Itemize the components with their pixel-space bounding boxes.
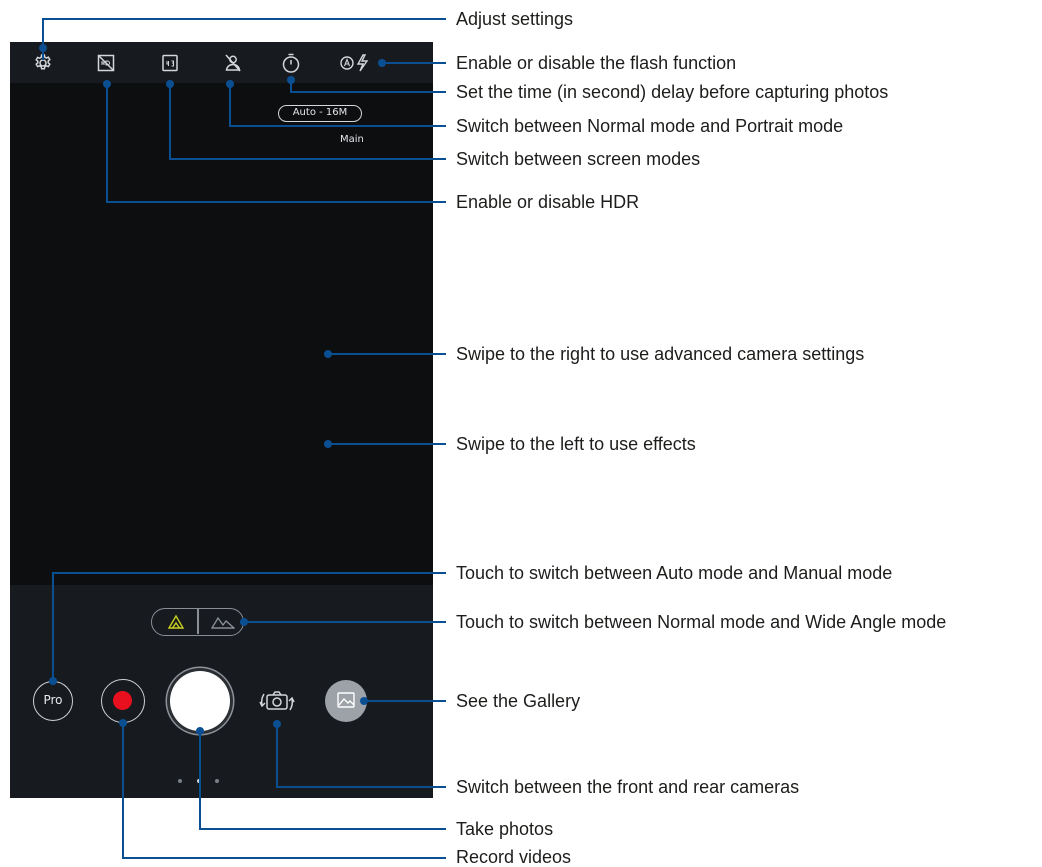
callout-timer: Set the time (in second) delay before ca… (456, 82, 889, 102)
callout-take-photos: Take photos (456, 819, 554, 839)
callout-portrait-mode: Switch between Normal mode and Portrait … (456, 116, 844, 136)
callout-hdr: Enable or disable HDR (456, 192, 640, 212)
callout-gallery: See the Gallery (456, 691, 581, 711)
callout-manual-mode: Touch to switch between Auto mode and Ma… (456, 563, 893, 583)
callout-flash: Enable or disable the flash function (456, 53, 737, 73)
callout-effects: Swipe to the left to use effects (456, 434, 696, 454)
callout-switch-cameras: Switch between the front and rear camera… (456, 777, 800, 797)
callout-record-videos: Record videos (456, 847, 572, 867)
callout-adjust-settings: Adjust settings (456, 9, 574, 29)
callout-screen-modes: Switch between screen modes (456, 149, 701, 169)
callout-wide-angle: Touch to switch between Normal mode and … (456, 612, 947, 632)
callout-advanced-settings: Swipe to the right to use advanced camer… (456, 344, 865, 364)
